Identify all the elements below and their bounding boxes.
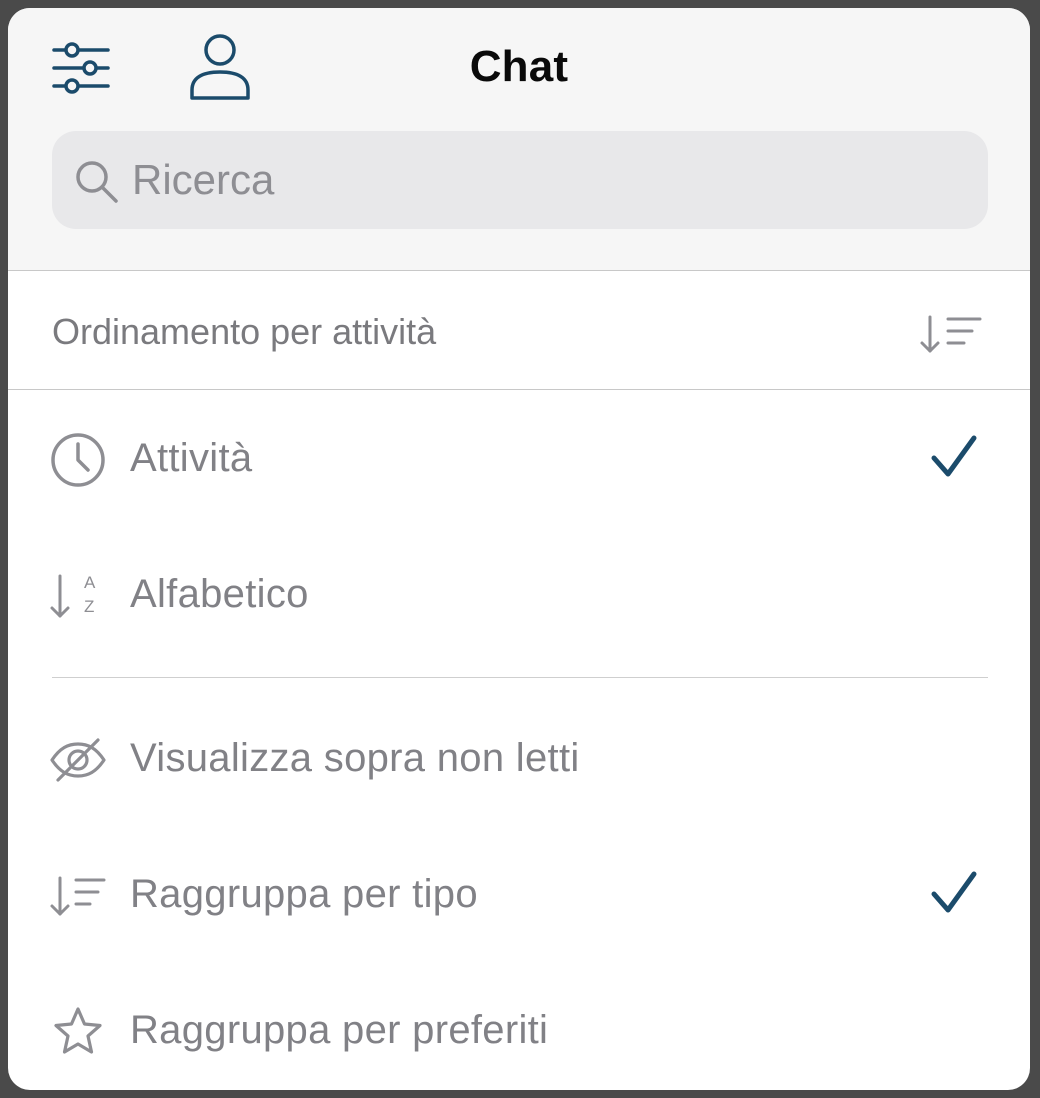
checkmark-icon bbox=[930, 870, 978, 916]
search-input[interactable] bbox=[132, 151, 952, 209]
chat-sort-panel: Chat Ordinamento per attività bbox=[8, 8, 1030, 1090]
sort-option-label: Attività bbox=[130, 436, 253, 480]
option-group-by-favorites[interactable]: Raggruppa per preferiti bbox=[8, 976, 1030, 1086]
option-label: Raggruppa per tipo bbox=[130, 872, 478, 916]
clock-icon bbox=[48, 432, 108, 488]
option-label: Raggruppa per preferiti bbox=[130, 1008, 549, 1052]
checkmark-icon bbox=[930, 434, 978, 480]
page-title: Chat bbox=[469, 42, 569, 91]
sort-option-activity[interactable]: Attività bbox=[8, 404, 1030, 514]
sort-section-header: Ordinamento per attività bbox=[8, 271, 1030, 390]
option-show-unread-on-top[interactable]: Visualizza sopra non letti bbox=[8, 704, 1030, 814]
sort-section-label: Ordinamento per attività bbox=[52, 311, 437, 352]
svg-text:A: A bbox=[84, 573, 96, 592]
sort-option-label: Alfabetico bbox=[130, 572, 309, 616]
sort-alphabetical-icon: A Z bbox=[48, 568, 108, 624]
option-group-by-type[interactable]: Raggruppa per tipo bbox=[8, 840, 1030, 950]
sort-descending-icon[interactable] bbox=[918, 313, 984, 357]
star-icon bbox=[48, 1004, 108, 1060]
sort-option-alphabetical[interactable]: A Z Alfabetico bbox=[8, 540, 1030, 650]
option-label: Visualizza sopra non letti bbox=[130, 736, 580, 780]
search-icon bbox=[72, 157, 120, 205]
section-divider bbox=[52, 677, 988, 678]
svg-text:Z: Z bbox=[84, 597, 94, 616]
search-bar[interactable] bbox=[52, 131, 988, 229]
header: Chat bbox=[8, 8, 1030, 271]
sort-descending-icon bbox=[48, 868, 108, 924]
eye-slash-icon bbox=[48, 732, 108, 788]
